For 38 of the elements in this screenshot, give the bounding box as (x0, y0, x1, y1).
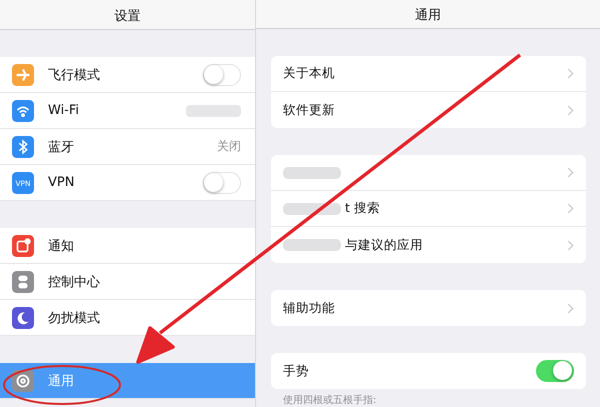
toggle-switch[interactable] (203, 172, 241, 194)
item-label: 勿扰模式 (48, 310, 101, 326)
sidebar-item[interactable]: Wi-Fi (0, 93, 255, 129)
toggle-switch[interactable] (203, 64, 241, 86)
chevron-icon (567, 240, 574, 250)
footer-note: 使用四根或五根手指: (282, 394, 378, 407)
settings-row[interactable]: 辅助功能 (271, 290, 586, 326)
settings-row[interactable]: 与建议的应用 (271, 227, 586, 263)
row-label: 软件更新 (283, 102, 335, 118)
row-label: 手势 (283, 362, 309, 380)
chevron-icon (567, 104, 574, 116)
chevron-icon (567, 68, 574, 79)
sidebar-item[interactable]: 飞行模式 (0, 57, 255, 93)
page-title: 通用 (415, 7, 441, 24)
sidebar-title: 设置 (114, 8, 140, 25)
chevron-icon (567, 203, 574, 214)
item-value: 关闭 (217, 138, 241, 155)
item-label: Wi-Fi (48, 103, 80, 118)
sidebar-item[interactable]: 蓝牙 关闭 (0, 129, 255, 165)
row-label: t 搜索 (345, 200, 380, 217)
row-label: 辅助功能 (283, 300, 335, 316)
vpn-icon: VPN (12, 172, 34, 194)
item-label: 飞行模式 (48, 66, 101, 84)
item-label: 控制中心 (48, 274, 101, 290)
toggle-switch[interactable] (536, 360, 574, 382)
chevron-icon (567, 302, 574, 314)
item-label: 蓝牙 (48, 138, 75, 156)
blurred-value (186, 104, 241, 116)
item-label: 通用 (48, 372, 75, 390)
sidebar-item[interactable]: 通知 (0, 228, 255, 264)
item-label: 通知 (48, 238, 75, 254)
row-label: 与建议的应用 (345, 236, 423, 254)
chevron-icon (567, 167, 574, 178)
row-label: 关于本机 (283, 65, 335, 82)
item-label: VPN (48, 175, 76, 190)
settings-row[interactable]: 手势 (271, 353, 586, 389)
settings-row[interactable]: 软件更新 (271, 92, 586, 128)
sidebar-item[interactable]: VPN VPN (0, 165, 255, 201)
